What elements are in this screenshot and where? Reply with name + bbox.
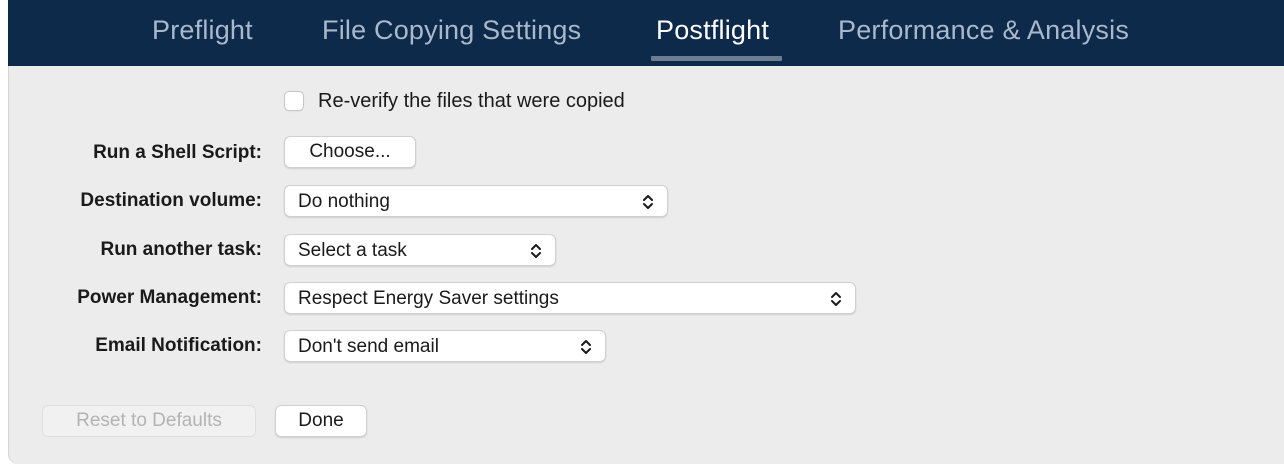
chevron-up-down-icon xyxy=(581,340,591,354)
tab-postflight[interactable]: Postflight xyxy=(656,15,769,55)
chevron-up-down-icon xyxy=(531,244,541,258)
email-notification-value: Don't send email xyxy=(298,336,439,357)
postflight-settings-window: Preflight File Copying Settings Postflig… xyxy=(8,0,1284,464)
email-notification-popup[interactable]: Don't send email xyxy=(284,330,606,362)
power-management-label: Power Management: xyxy=(77,287,262,308)
another-task-value: Select a task xyxy=(298,240,407,261)
tab-performance-analysis[interactable]: Performance & Analysis xyxy=(838,15,1129,55)
tab-bar: Preflight File Copying Settings Postflig… xyxy=(8,0,1284,66)
destination-volume-label: Destination volume: xyxy=(80,190,262,211)
choose-script-button[interactable]: Choose... xyxy=(284,136,416,168)
reset-to-defaults-button[interactable]: Reset to Defaults xyxy=(42,405,256,437)
chevron-up-down-icon xyxy=(831,292,841,306)
reverify-row: Re-verify the files that were copied xyxy=(284,88,625,114)
shell-script-label: Run a Shell Script: xyxy=(93,142,262,163)
tab-file-copying-settings[interactable]: File Copying Settings xyxy=(322,15,581,55)
done-button[interactable]: Done xyxy=(275,405,367,437)
power-management-popup[interactable]: Respect Energy Saver settings xyxy=(284,282,856,314)
active-tab-indicator xyxy=(651,56,782,61)
email-notification-label: Email Notification: xyxy=(95,335,262,356)
destination-volume-popup[interactable]: Do nothing xyxy=(284,185,668,217)
chevron-up-down-icon xyxy=(643,195,653,209)
reverify-label[interactable]: Re-verify the files that were copied xyxy=(318,90,625,113)
reverify-checkbox[interactable] xyxy=(284,91,304,111)
tab-preflight[interactable]: Preflight xyxy=(152,15,253,55)
destination-volume-value: Do nothing xyxy=(298,191,390,212)
another-task-label: Run another task: xyxy=(100,239,262,260)
another-task-popup[interactable]: Select a task xyxy=(284,234,556,266)
power-management-value: Respect Energy Saver settings xyxy=(298,288,559,309)
